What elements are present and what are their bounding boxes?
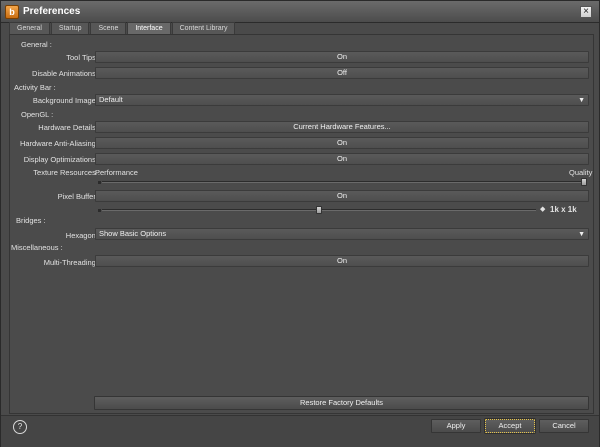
hexagon-dropdown[interactable]: Show Basic Options ▼ <box>95 228 589 240</box>
multi-threading-toggle[interactable]: On <box>95 255 589 267</box>
close-button[interactable]: × <box>580 6 592 18</box>
preferences-window: b Preferences × General Startup Scene In… <box>0 0 600 447</box>
tab-content-library[interactable]: Content Library <box>171 22 236 34</box>
hexagon-value: Show Basic Options <box>99 229 167 238</box>
section-miscellaneous: Miscellaneous : <box>11 243 63 252</box>
disable-animations-toggle[interactable]: Off <box>95 67 589 79</box>
display-optimizations-toggle[interactable]: On <box>95 153 589 165</box>
tool-tips-toggle[interactable]: On <box>95 51 589 63</box>
background-image-value: Default <box>99 95 123 104</box>
hardware-aa-toggle[interactable]: On <box>95 137 589 149</box>
app-icon: b <box>5 5 19 19</box>
multi-threading-label: Multi-Threading : <box>43 258 100 267</box>
window-title: Preferences <box>23 6 81 17</box>
tab-bar: General Startup Scene Interface Content … <box>9 22 236 34</box>
texture-resources-slider-handle[interactable] <box>581 178 587 186</box>
disable-animations-label: Disable Animations : <box>32 69 100 78</box>
tab-interface[interactable]: Interface <box>127 22 171 34</box>
tab-startup[interactable]: Startup <box>50 22 90 34</box>
section-activity-bar: Activity Bar : <box>14 83 56 92</box>
pixel-buffer-size: 1k x 1k <box>550 205 577 214</box>
hexagon-label: Hexagon : <box>65 231 100 240</box>
title-bar[interactable]: b Preferences × <box>1 1 599 23</box>
hardware-aa-label: Hardware Anti-Aliasing : <box>19 139 100 148</box>
accept-button[interactable]: Accept <box>484 418 536 434</box>
background-image-label: Background Image : <box>32 96 100 105</box>
section-general: General : <box>21 40 52 49</box>
tool-tips-label: Tool Tips : <box>66 53 100 62</box>
texture-max-label: Quality <box>569 168 593 177</box>
chevron-down-icon: ▼ <box>578 231 585 238</box>
restore-defaults-button[interactable]: Restore Factory Defaults <box>94 396 589 410</box>
diamond-icon: ◆ <box>540 206 546 213</box>
hardware-details-label: Hardware Details : <box>38 123 100 132</box>
chevron-down-icon: ▼ <box>578 97 585 104</box>
section-opengl: OpenGL : <box>21 110 54 119</box>
slider-tick-icon <box>98 209 101 212</box>
slider-tick-icon <box>98 181 101 184</box>
interface-panel: General : Tool Tips : On Disable Animati… <box>9 34 594 414</box>
help-icon[interactable]: ? <box>13 420 27 434</box>
texture-resources-label: Texture Resources : <box>33 168 100 177</box>
apply-button[interactable]: Apply <box>431 419 481 433</box>
display-optimizations-label: Display Optimizations : <box>23 155 100 164</box>
pixel-buffer-toggle[interactable]: On <box>95 190 589 202</box>
texture-min-label: Performance <box>95 168 138 177</box>
texture-resources-track[interactable] <box>102 181 584 183</box>
pixel-buffer-label: Pixel Buffer : <box>57 192 100 201</box>
tab-scene[interactable]: Scene <box>90 22 127 34</box>
tab-general[interactable]: General <box>9 22 50 34</box>
section-bridges: Bridges : <box>16 216 46 225</box>
hardware-details-button[interactable]: Current Hardware Features... <box>95 121 589 133</box>
background-image-dropdown[interactable]: Default ▼ <box>95 94 589 106</box>
pixel-buffer-slider-handle[interactable] <box>316 206 322 214</box>
cancel-button[interactable]: Cancel <box>539 419 589 433</box>
